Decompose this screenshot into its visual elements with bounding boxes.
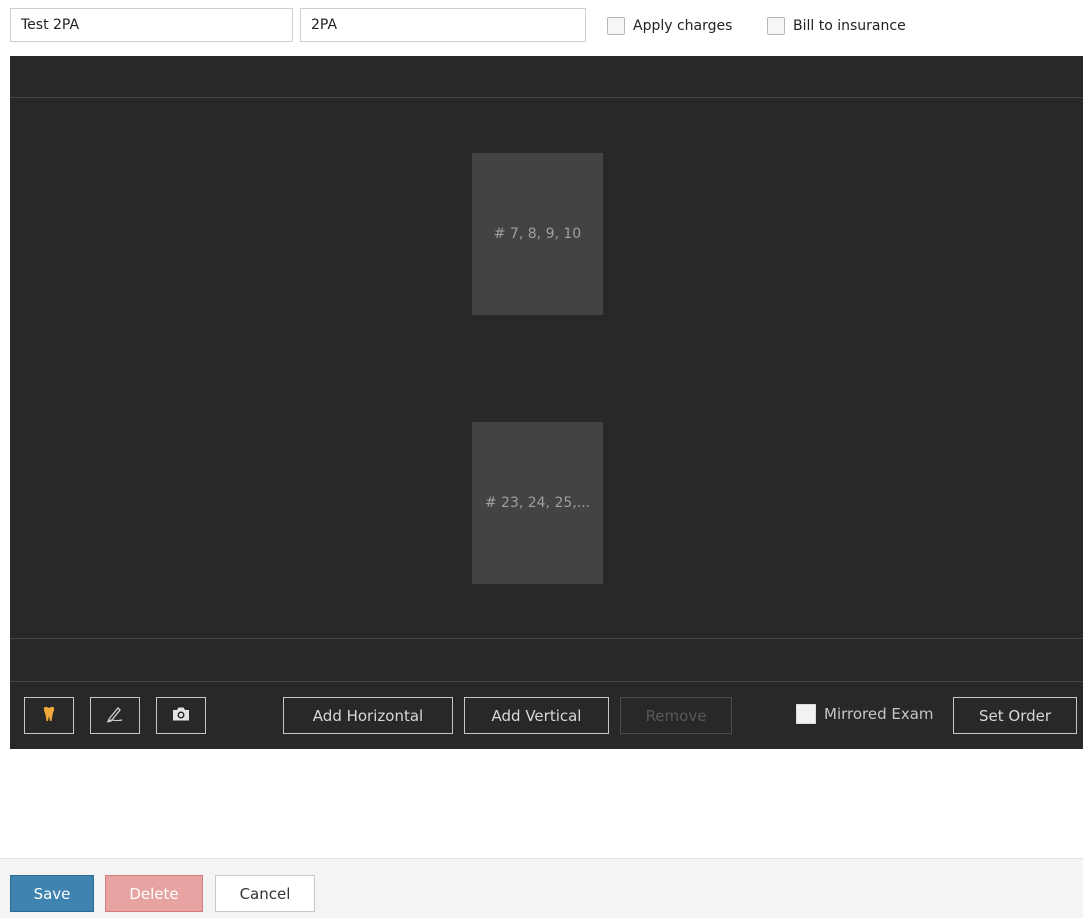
bill-to-insurance-box[interactable]	[767, 17, 785, 35]
remove-button[interactable]: Remove	[620, 697, 732, 734]
bill-to-insurance-label: Bill to insurance	[793, 18, 906, 34]
add-vertical-button[interactable]: Add Vertical	[464, 697, 609, 734]
template-header: Apply charges Bill to insurance	[0, 0, 1083, 56]
template-code-input[interactable]	[300, 8, 586, 42]
dialog-footer: Save Delete Cancel	[0, 858, 1083, 918]
camera-button[interactable]	[156, 697, 206, 734]
xray-slot-lower[interactable]: # 23, 24, 25,...	[472, 422, 603, 584]
pen-button[interactable]	[90, 697, 140, 734]
mirrored-exam-label: Mirrored Exam	[824, 705, 934, 723]
xray-slot-upper-label: # 7, 8, 9, 10	[493, 226, 582, 242]
mirrored-exam-box[interactable]	[796, 704, 816, 724]
save-button[interactable]: Save	[10, 875, 94, 912]
template-name-input[interactable]	[10, 8, 293, 42]
tooth-button[interactable]	[24, 697, 74, 734]
set-order-button[interactable]: Set Order	[953, 697, 1077, 734]
add-horizontal-button[interactable]: Add Horizontal	[283, 697, 453, 734]
tooth-icon	[42, 706, 56, 726]
toolbar-divider	[10, 681, 1083, 682]
xray-slot-lower-label: # 23, 24, 25,...	[484, 495, 591, 511]
top-divider	[10, 97, 1083, 98]
mirrored-exam-checkbox[interactable]: Mirrored Exam	[796, 704, 934, 724]
delete-button[interactable]: Delete	[105, 875, 203, 912]
pen-icon	[105, 705, 125, 727]
apply-charges-label: Apply charges	[633, 18, 733, 34]
xray-slot-upper[interactable]: # 7, 8, 9, 10	[472, 153, 603, 315]
exam-layout-editor: # 7, 8, 9, 10 # 23, 24, 25,... Add Horiz…	[10, 56, 1083, 749]
editor-toolbar: Add Horizontal Add Vertical Remove Mirro…	[10, 683, 1083, 749]
cancel-button[interactable]: Cancel	[215, 875, 315, 912]
apply-charges-box[interactable]	[607, 17, 625, 35]
bottom-divider	[10, 638, 1083, 639]
apply-charges-checkbox[interactable]: Apply charges	[607, 17, 732, 35]
camera-icon	[171, 706, 191, 726]
bill-to-insurance-checkbox[interactable]: Bill to insurance	[767, 17, 906, 35]
